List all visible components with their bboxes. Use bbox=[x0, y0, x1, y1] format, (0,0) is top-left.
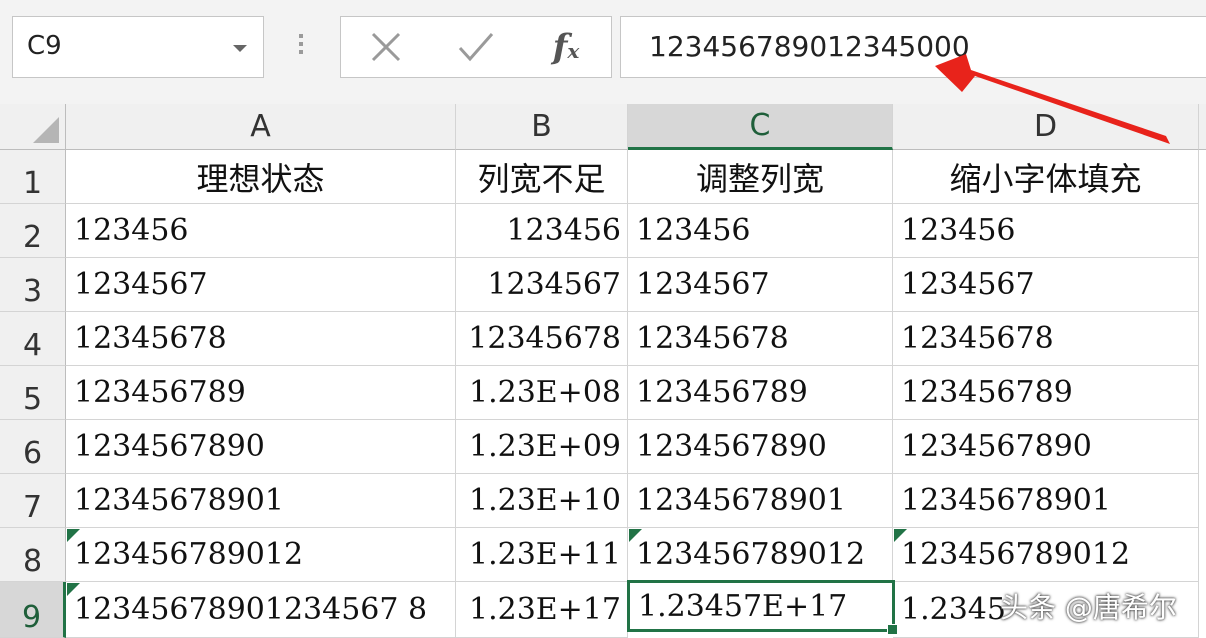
annotation-arrow-icon bbox=[935, 54, 1170, 144]
